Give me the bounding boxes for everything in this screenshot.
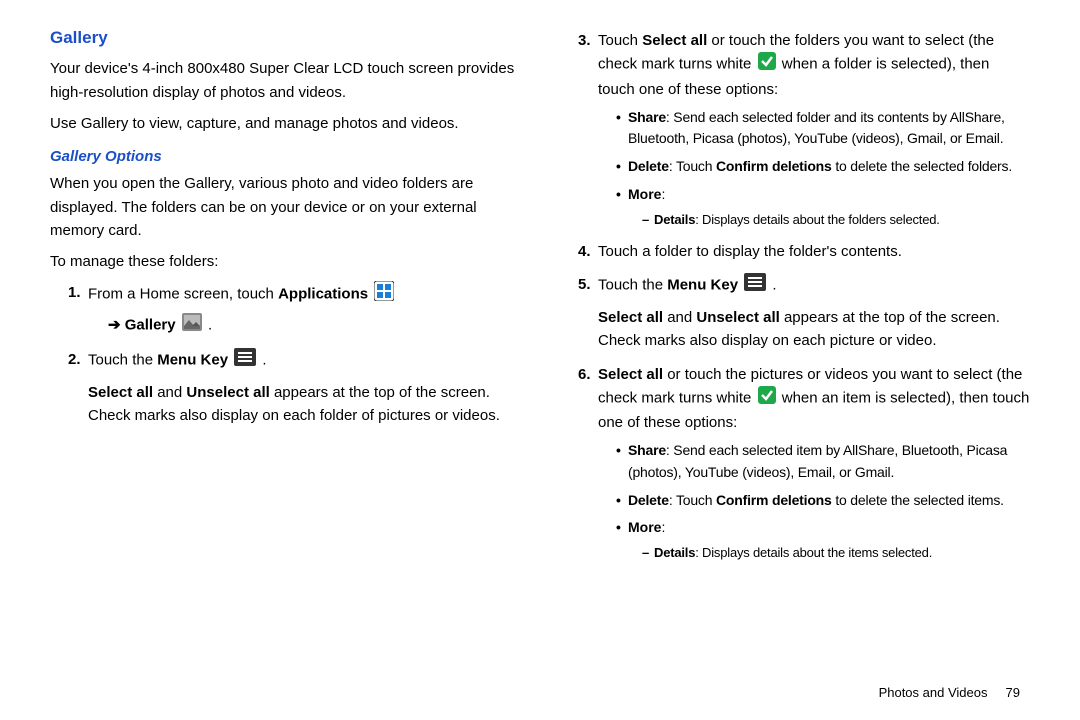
gallery-icon	[182, 313, 202, 338]
checkmark-icon	[758, 52, 776, 77]
more-details: Details: Displays details about the fold…	[642, 210, 1030, 230]
select-all-label: Select all	[598, 309, 663, 326]
footer-page-number: 79	[1006, 685, 1020, 700]
heading-gallery: Gallery	[50, 25, 520, 51]
more-sub-2: Details: Displays details about the item…	[628, 543, 1030, 563]
step-3: Touch Select all or touch the folders yo…	[578, 29, 1030, 230]
step-2: Touch the Menu Key . Select all and Unse…	[68, 348, 520, 428]
intro-paragraph-1: Your device's 4-inch 800x480 Super Clear…	[50, 57, 520, 104]
heading-gallery-options: Gallery Options	[50, 145, 520, 168]
step-1: From a Home screen, touch Applications ➔…	[68, 281, 520, 338]
steps-right: Touch Select all or touch the folders yo…	[560, 29, 1030, 563]
unselect-all-label: Unselect all	[696, 309, 779, 326]
option-share-2: Share: Send each selected item by AllSha…	[616, 440, 1030, 483]
step-1-sub: ➔ Gallery .	[108, 313, 520, 338]
to-manage-label: To manage these folders:	[50, 250, 520, 273]
select-all-label: Select all	[642, 32, 707, 49]
left-column: Gallery Your device's 4-inch 800x480 Sup…	[50, 25, 520, 675]
step-5-result: Select all and Unselect all appears at t…	[598, 306, 1030, 353]
step-5: Touch the Menu Key . Select all and Unse…	[578, 273, 1030, 353]
page-footer: Photos and Videos 79	[50, 675, 1030, 700]
right-column: Touch Select all or touch the folders yo…	[560, 25, 1030, 675]
step-3-options: Share: Send each selected folder and its…	[598, 107, 1030, 230]
step-6-options: Share: Send each selected item by AllSha…	[598, 440, 1030, 563]
steps-left: From a Home screen, touch Applications ➔…	[50, 281, 520, 427]
menu-key-icon	[744, 273, 766, 298]
options-intro: When you open the Gallery, various photo…	[50, 172, 520, 242]
manual-page: Gallery Your device's 4-inch 800x480 Sup…	[0, 0, 1080, 720]
unselect-all-label: Unselect all	[186, 384, 269, 401]
footer-section: Photos and Videos	[879, 685, 988, 700]
applications-icon	[374, 281, 394, 308]
arrow-icon: ➔	[108, 316, 125, 333]
option-more-2: More: Details: Displays details about th…	[616, 517, 1030, 563]
step-4: Touch a folder to display the folder's c…	[578, 240, 1030, 263]
option-share: Share: Send each selected folder and its…	[616, 107, 1030, 150]
menu-key-label: Menu Key	[157, 351, 228, 368]
more-sub: Details: Displays details about the fold…	[628, 210, 1030, 230]
applications-label: Applications	[278, 286, 368, 303]
option-delete: Delete: Touch Confirm deletions to delet…	[616, 156, 1030, 178]
checkmark-icon	[758, 386, 776, 411]
option-more: More: Details: Displays details about th…	[616, 184, 1030, 230]
menu-key-icon	[234, 348, 256, 373]
step-2-text: Touch the	[88, 351, 157, 368]
menu-key-label: Menu Key	[667, 276, 738, 293]
step-1-text: From a Home screen, touch	[88, 286, 278, 303]
columns: Gallery Your device's 4-inch 800x480 Sup…	[50, 25, 1030, 675]
select-all-label: Select all	[598, 366, 663, 383]
option-delete-2: Delete: Touch Confirm deletions to delet…	[616, 490, 1030, 512]
more-details-2: Details: Displays details about the item…	[642, 543, 1030, 563]
step-2-result: Select all and Unselect all appears at t…	[88, 381, 520, 428]
gallery-label: Gallery	[125, 316, 176, 333]
select-all-label: Select all	[88, 384, 153, 401]
intro-paragraph-2: Use Gallery to view, capture, and manage…	[50, 112, 520, 135]
step-6: Select all or touch the pictures or vide…	[578, 363, 1030, 564]
